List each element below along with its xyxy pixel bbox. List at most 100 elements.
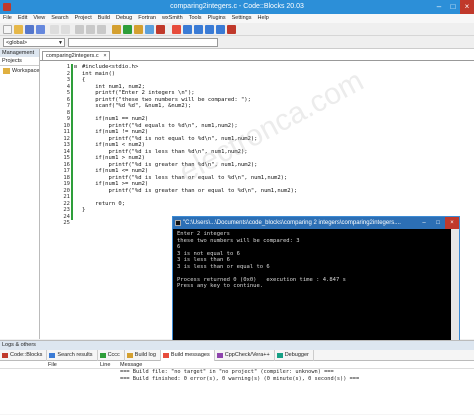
open-folder-icon[interactable] — [14, 25, 23, 34]
menu-settings[interactable]: Settings — [229, 14, 255, 22]
debug-next-line-icon[interactable] — [194, 25, 203, 34]
tab-cppcheck[interactable]: CppCheck/Vera++ — [215, 350, 275, 361]
console-output: Enter 2 integers these two numbers will b… — [177, 231, 346, 290]
console-minimize-button[interactable]: – — [417, 217, 431, 229]
console-close-button[interactable]: × — [445, 217, 459, 229]
console-title: "C:\Users\...\Documents\code_blocks\comp… — [183, 220, 401, 226]
menu-file[interactable]: File — [0, 14, 15, 22]
window-title: comparing2integers.c - Code::Blocks 20.0… — [170, 3, 304, 10]
debug-step-into-icon[interactable] — [205, 25, 214, 34]
debug-icon[interactable] — [172, 25, 181, 34]
log-table: === Build file: "no target" in "no proje… — [0, 369, 474, 414]
console-window[interactable]: "C:\Users\...\Documents\code_blocks\comp… — [172, 216, 460, 344]
paste-icon[interactable] — [97, 25, 106, 34]
workspace-tree-item[interactable]: Workspace — [0, 66, 39, 76]
fold-toggle-icon[interactable]: ⊟ — [74, 64, 80, 71]
maximize-button[interactable]: □ — [446, 0, 460, 14]
cppcheck-icon — [216, 353, 223, 358]
menu-help[interactable]: Help — [254, 14, 271, 22]
log-tabs: Code::Blocks Search results Cccc Build log B… — [0, 350, 474, 361]
editor-tab-file[interactable]: comparing2integers.c × — [42, 51, 110, 60]
editor-tab-label: comparing2integers.c — [46, 53, 99, 59]
console-icon — [175, 220, 181, 226]
tab-label: Search results — [57, 352, 93, 358]
console-titlebar: "C:\Users\...\Documents\code_blocks\comp… — [173, 217, 459, 229]
menu-project[interactable]: Project — [72, 14, 95, 22]
tab-build-log[interactable]: Build log — [125, 350, 161, 361]
run-icon[interactable] — [123, 25, 132, 34]
column-message[interactable]: Message — [120, 362, 142, 368]
log-row[interactable]: === Build finished: 0 error(s), 0 warnin… — [0, 376, 474, 383]
close-tab-icon[interactable]: × — [103, 52, 106, 60]
menu-view[interactable]: View — [30, 14, 48, 22]
debugger-icon — [276, 353, 283, 358]
cccc-icon — [99, 353, 106, 358]
main-toolbar — [0, 23, 474, 36]
menu-build[interactable]: Build — [95, 14, 113, 22]
debug-step-out-icon[interactable] — [216, 25, 225, 34]
column-line[interactable]: Line — [100, 362, 110, 368]
column-file[interactable]: File — [48, 362, 57, 368]
menu-fortran[interactable]: Fortran — [135, 14, 159, 22]
scope-select-value: <global> — [6, 40, 28, 46]
line-number: 25 — [63, 220, 70, 226]
build-gear-icon[interactable] — [112, 25, 121, 34]
logs-panel: Logs & others Code::Blocks Search results… — [0, 340, 474, 415]
window-titlebar: comparing2integers.c - Code::Blocks 20.0… — [0, 0, 474, 14]
workspace-label: Workspace — [12, 68, 40, 74]
menu-tools[interactable]: Tools — [186, 14, 205, 22]
tab-build-messages[interactable]: Build messages — [160, 350, 215, 361]
management-title: Management — [0, 49, 39, 57]
close-window-button[interactable]: × — [460, 0, 474, 14]
menu-search[interactable]: Search — [48, 14, 71, 22]
tab-codeblocks-log[interactable]: Code::Blocks — [0, 350, 48, 361]
menu-wxsmith[interactable]: wxSmith — [159, 14, 186, 22]
management-panel: Management Projects Workspace — [0, 49, 40, 339]
tab-label: Debugger — [284, 352, 309, 358]
log-table-header: File Line Message — [0, 361, 474, 369]
management-tabs: Projects — [0, 57, 39, 66]
source-code[interactable]: #include<stdio.h> int main(){ int num1, n… — [82, 64, 297, 227]
tab-label: Cccc — [107, 352, 120, 358]
debug-stop-icon[interactable] — [227, 25, 236, 34]
logs-title: Logs & others — [0, 341, 474, 350]
workspace-icon — [3, 68, 10, 74]
abort-icon[interactable] — [156, 25, 165, 34]
save-icon[interactable] — [25, 25, 34, 34]
tab-debugger[interactable]: Debugger — [275, 350, 314, 361]
console-scrollbar[interactable] — [451, 229, 459, 344]
undo-icon[interactable] — [50, 25, 59, 34]
tab-search-results[interactable]: Search results — [47, 350, 98, 361]
menu-bar: File Edit View Search Project Build Debu… — [0, 14, 474, 23]
tab-projects[interactable]: Projects — [0, 57, 24, 65]
build-and-run-icon[interactable] — [134, 25, 143, 34]
menu-edit[interactable]: Edit — [15, 14, 30, 22]
tab-label: CppCheck/Vera++ — [224, 352, 270, 358]
tab-cccc[interactable]: Cccc — [98, 350, 125, 361]
cut-icon[interactable] — [75, 25, 84, 34]
console-maximize-button[interactable]: □ — [431, 217, 445, 229]
code-line[interactable]: printf("%d is greater than or equal to %… — [82, 188, 297, 195]
search-icon — [49, 353, 56, 358]
line-number-gutter: 1 2 3 4 5 6 7 8 9 10 11 12 13 14 15 16 17 18 19 20 21 22 23 24 2… — [40, 64, 70, 227]
codeblocks-icon — [2, 353, 8, 358]
chevron-down-icon: ▼ — [58, 40, 63, 46]
scope-select[interactable]: <global> ▼ — [3, 38, 65, 47]
new-file-icon[interactable] — [3, 25, 12, 34]
tab-label: Build log — [134, 352, 156, 358]
log-row[interactable]: === Build file: "no target" in "no proje… — [0, 369, 474, 376]
rebuild-icon[interactable] — [145, 25, 154, 34]
debug-run-to-cursor-icon[interactable] — [183, 25, 192, 34]
copy-icon[interactable] — [86, 25, 95, 34]
menu-plugins[interactable]: Plugins — [205, 14, 229, 22]
function-select[interactable] — [68, 38, 218, 47]
code-completion-toolbar: <global> ▼ — [0, 36, 474, 49]
menu-debug[interactable]: Debug — [113, 14, 135, 22]
save-all-icon[interactable] — [36, 25, 45, 34]
build-messages-icon — [162, 353, 169, 358]
tab-label: Code::Blocks — [10, 352, 43, 358]
fold-margin[interactable]: ⊟ — [74, 64, 80, 71]
minimize-button[interactable]: – — [432, 0, 446, 14]
tab-label: Build messages — [170, 352, 210, 358]
redo-icon[interactable] — [61, 25, 70, 34]
